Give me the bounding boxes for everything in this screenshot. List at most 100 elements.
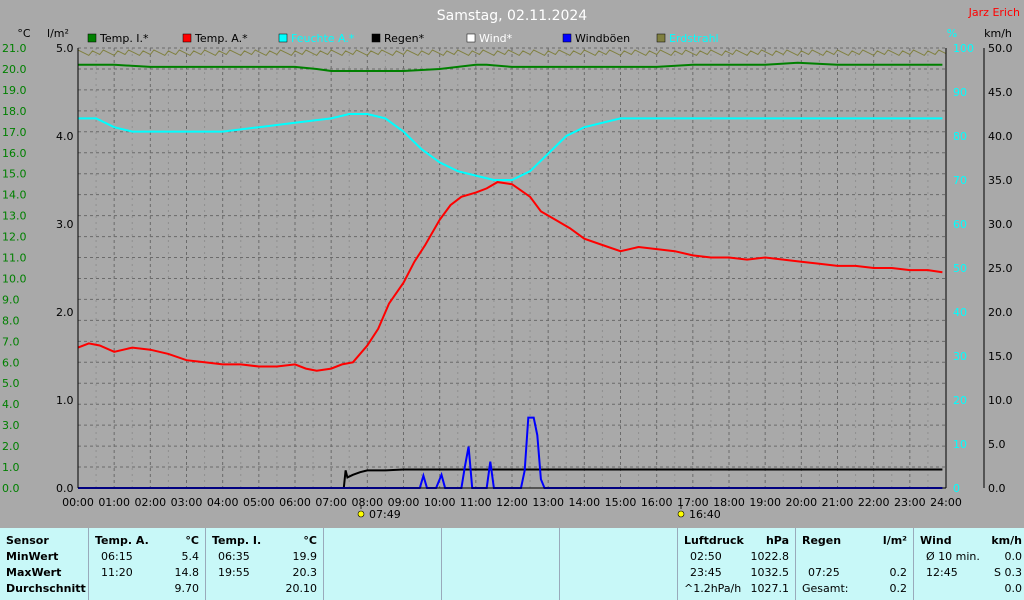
x-tick-label: 13:00 bbox=[532, 496, 564, 509]
stats-row-max: MaxWert bbox=[6, 566, 62, 579]
rain-tick-label: 4.0 bbox=[56, 130, 74, 143]
stats-rain-max: 0.2 bbox=[889, 566, 908, 579]
stats-rain-unit: l/m² bbox=[882, 534, 907, 547]
x-tick-label: 00:00 bbox=[62, 496, 94, 509]
temp-tick-label: 13.0 bbox=[2, 210, 27, 223]
temp-tick-label: 9.0 bbox=[2, 293, 20, 306]
chart-grid bbox=[77, 47, 947, 489]
temp-tick-label: 14.0 bbox=[2, 189, 27, 202]
stats-wind-mean: 0.0 bbox=[1004, 582, 1023, 595]
humidity-tick-label: 40 bbox=[953, 306, 967, 319]
stats-col-sensor: Sensor MinWert MaxWert Durchschnitt bbox=[0, 528, 88, 600]
rain-unit-label: l/m² bbox=[47, 27, 69, 40]
temp-tick-label: 11.0 bbox=[2, 252, 27, 265]
temp-tick-label: 12.0 bbox=[2, 231, 27, 244]
stats-col-empty-1 bbox=[323, 528, 441, 600]
stats-row-min: MinWert bbox=[6, 550, 59, 563]
legend-label: Wind* bbox=[479, 32, 513, 45]
x-tick-label: 21:00 bbox=[822, 496, 854, 509]
humidity-unit-label: % bbox=[947, 27, 957, 40]
wind-tick-label: 50.0 bbox=[988, 42, 1013, 55]
stats-col-temp-i: Temp. I. °C 06:35 19.9 19:55 20.3 20.10 bbox=[205, 528, 323, 600]
x-tick-label: 20:00 bbox=[785, 496, 817, 509]
sunrise-label: 07:49 bbox=[369, 508, 401, 521]
legend-item: Feuchte A.* bbox=[278, 32, 355, 45]
stats-temp-a-min-time: 06:15 bbox=[101, 550, 133, 563]
weather-chart: 00:00 01:00 02:00 03:00 04:00 05:00 06:00 07:00… bbox=[2, 6, 1020, 521]
humidity-tick-label: 60 bbox=[953, 218, 967, 231]
stats-rain-total: 0.2 bbox=[889, 582, 908, 595]
legend-label: Windböen bbox=[575, 32, 630, 45]
x-tick-label: 03:00 bbox=[171, 496, 203, 509]
legend-swatch bbox=[466, 33, 476, 43]
x-tick-label: 12:00 bbox=[496, 496, 528, 509]
x-tick-label: 07:00 bbox=[315, 496, 347, 509]
temp-tick-label: 15.0 bbox=[2, 168, 27, 181]
legend-label: Temp. I.* bbox=[99, 32, 149, 45]
stats-temp-i-title: Temp. I. bbox=[212, 534, 262, 547]
rain-tick-label: 5.0 bbox=[56, 42, 74, 55]
author-label: Jarz Erich bbox=[968, 6, 1020, 19]
x-tick-label: 04:00 bbox=[207, 496, 239, 509]
humidity-tick-label: 80 bbox=[953, 130, 967, 143]
x-tick-label: 10:00 bbox=[424, 496, 456, 509]
wind-tick-label: 10.0 bbox=[988, 394, 1013, 407]
sunset-label: 16:40 bbox=[689, 508, 721, 521]
stats-rain-max-time: 07:25 bbox=[808, 566, 840, 579]
humidity-tick-label: 0 bbox=[953, 482, 960, 495]
stats-temp-a-min: 5.4 bbox=[181, 550, 200, 563]
x-tick-label: 02:00 bbox=[134, 496, 166, 509]
stats-temp-i-avg: 20.10 bbox=[285, 582, 318, 595]
stats-temp-i-max-time: 19:55 bbox=[218, 566, 250, 579]
x-tick-label: 14:00 bbox=[568, 496, 600, 509]
legend-label: Erdstrahl bbox=[669, 32, 719, 45]
rain-tick-label: 0.0 bbox=[56, 482, 74, 495]
stats-col-empty-2 bbox=[441, 528, 559, 600]
stats-wind-avg-label: Ø 10 min. bbox=[926, 550, 980, 563]
legend-label: Regen* bbox=[384, 32, 425, 45]
wind-unit-label: km/h bbox=[984, 27, 1012, 40]
temp-tick-label: 2.0 bbox=[2, 440, 20, 453]
stats-temp-a-unit: °C bbox=[185, 534, 199, 547]
rain-tick-label: 3.0 bbox=[56, 218, 74, 231]
temp-tick-label: 6.0 bbox=[2, 356, 20, 369]
chart-title: Samstag, 02.11.2024 bbox=[437, 8, 588, 24]
humidity-tick-label: 70 bbox=[953, 174, 967, 187]
stats-temp-a-max-time: 11:20 bbox=[101, 566, 133, 579]
stats-col-pressure: Luftdruck hPa 02:50 1022.8 23:45 1032.5 … bbox=[677, 528, 795, 600]
legend-swatch bbox=[278, 33, 288, 43]
stats-sensor-title: Sensor bbox=[6, 534, 49, 547]
wind-tick-label: 25.0 bbox=[988, 262, 1013, 275]
legend-item: Regen* bbox=[371, 32, 425, 45]
humidity-tick-label: 10 bbox=[953, 438, 967, 451]
stats-pressure-title: Luftdruck bbox=[684, 534, 744, 547]
rain-tick-label: 2.0 bbox=[56, 306, 74, 319]
temp-tick-label: 10.0 bbox=[2, 272, 27, 285]
temp-tick-label: 5.0 bbox=[2, 377, 20, 390]
legend-item: Erdstrahl bbox=[656, 32, 719, 45]
legend-item: Wind* bbox=[466, 32, 513, 45]
temp-tick-label: 16.0 bbox=[2, 147, 27, 160]
temp-tick-label: 7.0 bbox=[2, 335, 20, 348]
legend: Temp. I.* Temp. A.* Feuchte A.* Regen* Wind*… bbox=[87, 32, 719, 45]
stats-col-empty-3 bbox=[559, 528, 677, 600]
wind-tick-label: 20.0 bbox=[988, 306, 1013, 319]
wind-tick-label: 15.0 bbox=[988, 350, 1013, 363]
temp-tick-label: 17.0 bbox=[2, 126, 27, 139]
stats-col-rain: Regen l/m² 07:25 0.2 Gesamt: 0.2 bbox=[795, 528, 913, 600]
rain-tick-label: 1.0 bbox=[56, 394, 74, 407]
x-tick-label: 11:00 bbox=[460, 496, 492, 509]
temp-tick-label: 20.0 bbox=[2, 63, 27, 76]
stats-temp-a-max: 14.8 bbox=[174, 566, 200, 579]
stats-pressure-max-time: 23:45 bbox=[690, 566, 722, 579]
stats-temp-i-min-time: 06:35 bbox=[218, 550, 250, 563]
legend-item: Temp. I.* bbox=[87, 32, 149, 45]
stats-temp-i-max: 20.3 bbox=[292, 566, 318, 579]
humidity-tick-label: 30 bbox=[953, 350, 967, 363]
stats-wind-avg: 0.0 bbox=[1004, 550, 1023, 563]
legend-label: Feuchte A.* bbox=[291, 32, 355, 45]
stats-wind-max-time: 12:45 bbox=[926, 566, 958, 579]
legend-swatch bbox=[656, 33, 666, 43]
stats-pressure-trend: ^1.2hPa/h bbox=[684, 582, 742, 595]
x-tick-label: 24:00 bbox=[930, 496, 962, 509]
